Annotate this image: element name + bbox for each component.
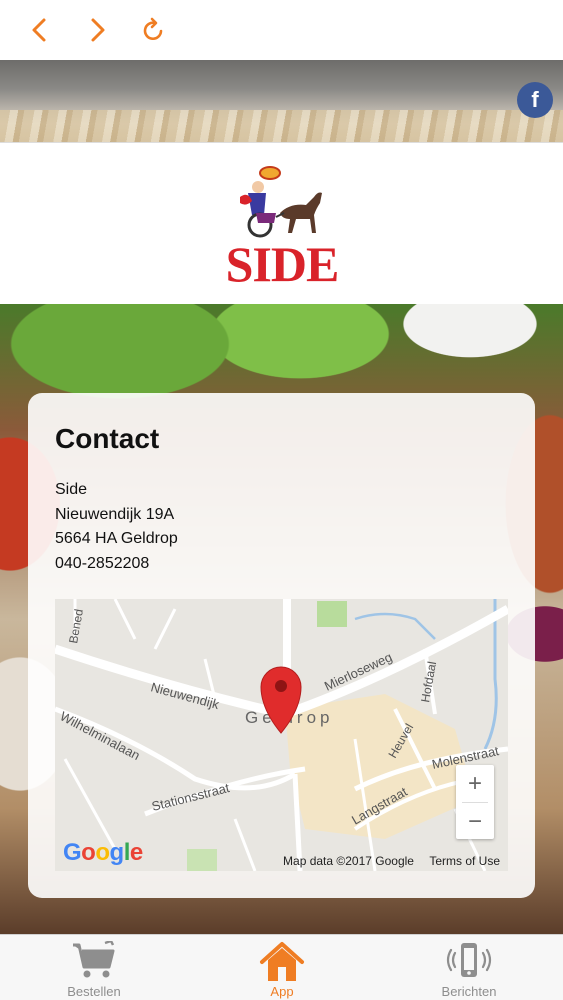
- logo-text: SIDE: [225, 236, 340, 292]
- google-letter: o: [81, 839, 96, 866]
- banner-bread-texture: [0, 110, 563, 142]
- tab-berichten[interactable]: Berichten: [375, 935, 563, 1000]
- street-address: Nieuwendijk 19A: [55, 505, 175, 523]
- home-icon: [260, 942, 304, 981]
- zoom-out-button[interactable]: −: [456, 803, 494, 840]
- browser-toolbar: [0, 0, 563, 60]
- tab-label: App: [270, 984, 294, 999]
- page-title: Contact: [55, 423, 160, 454]
- tab-label: Berichten: [441, 984, 497, 999]
- google-letter: g: [109, 839, 125, 866]
- terms-of-use-link[interactable]: Terms of Use: [429, 854, 500, 868]
- contact-address: Side Nieuwendijk 19A 5664 HA Geldrop 040…: [55, 478, 178, 576]
- map-tiles: Nieuwendijk Wilhelminalaan Stationsstraa…: [55, 599, 508, 871]
- zoom-in-button[interactable]: +: [456, 765, 494, 802]
- google-letter: o: [95, 839, 110, 866]
- google-letter: G: [63, 839, 82, 866]
- contact-card: Contact Side Nieuwendijk 19A 5664 HA Gel…: [28, 393, 535, 898]
- map-attribution: Map data ©2017 Google Terms of Use: [283, 854, 500, 868]
- google-logo: Google: [63, 839, 143, 867]
- reload-icon: [143, 17, 163, 41]
- bottom-tab-bar: Bestellen App Berichten: [0, 934, 563, 1000]
- google-letter: e: [129, 839, 143, 866]
- facebook-button[interactable]: f: [517, 82, 553, 118]
- business-name: Side: [55, 481, 88, 498]
- tab-bestellen[interactable]: Bestellen: [0, 935, 188, 1000]
- reload-button[interactable]: [136, 12, 172, 48]
- chariot-horse-icon: [240, 166, 322, 238]
- postal-city: 5664 HA Geldrop: [55, 530, 178, 547]
- tab-label: Bestellen: [67, 984, 121, 999]
- map-view[interactable]: Nieuwendijk Wilhelminalaan Stationsstraa…: [55, 599, 508, 871]
- cart-icon: [73, 941, 115, 978]
- map-data-credit: Map data ©2017 Google: [283, 854, 414, 868]
- logo-section: SIDE: [0, 142, 563, 304]
- back-button[interactable]: [22, 12, 58, 48]
- zoom-controls: + −: [456, 765, 494, 839]
- tab-app[interactable]: App: [188, 935, 376, 1000]
- phone-message-icon: [446, 943, 492, 977]
- facebook-icon: f: [531, 87, 539, 112]
- chevron-left-icon: [32, 18, 46, 42]
- side-logo: SIDE: [218, 163, 346, 292]
- forward-button[interactable]: [79, 12, 115, 48]
- chevron-right-icon: [91, 18, 105, 42]
- header-banner-image: [0, 60, 563, 142]
- phone-number[interactable]: 040-2852208: [55, 552, 178, 577]
